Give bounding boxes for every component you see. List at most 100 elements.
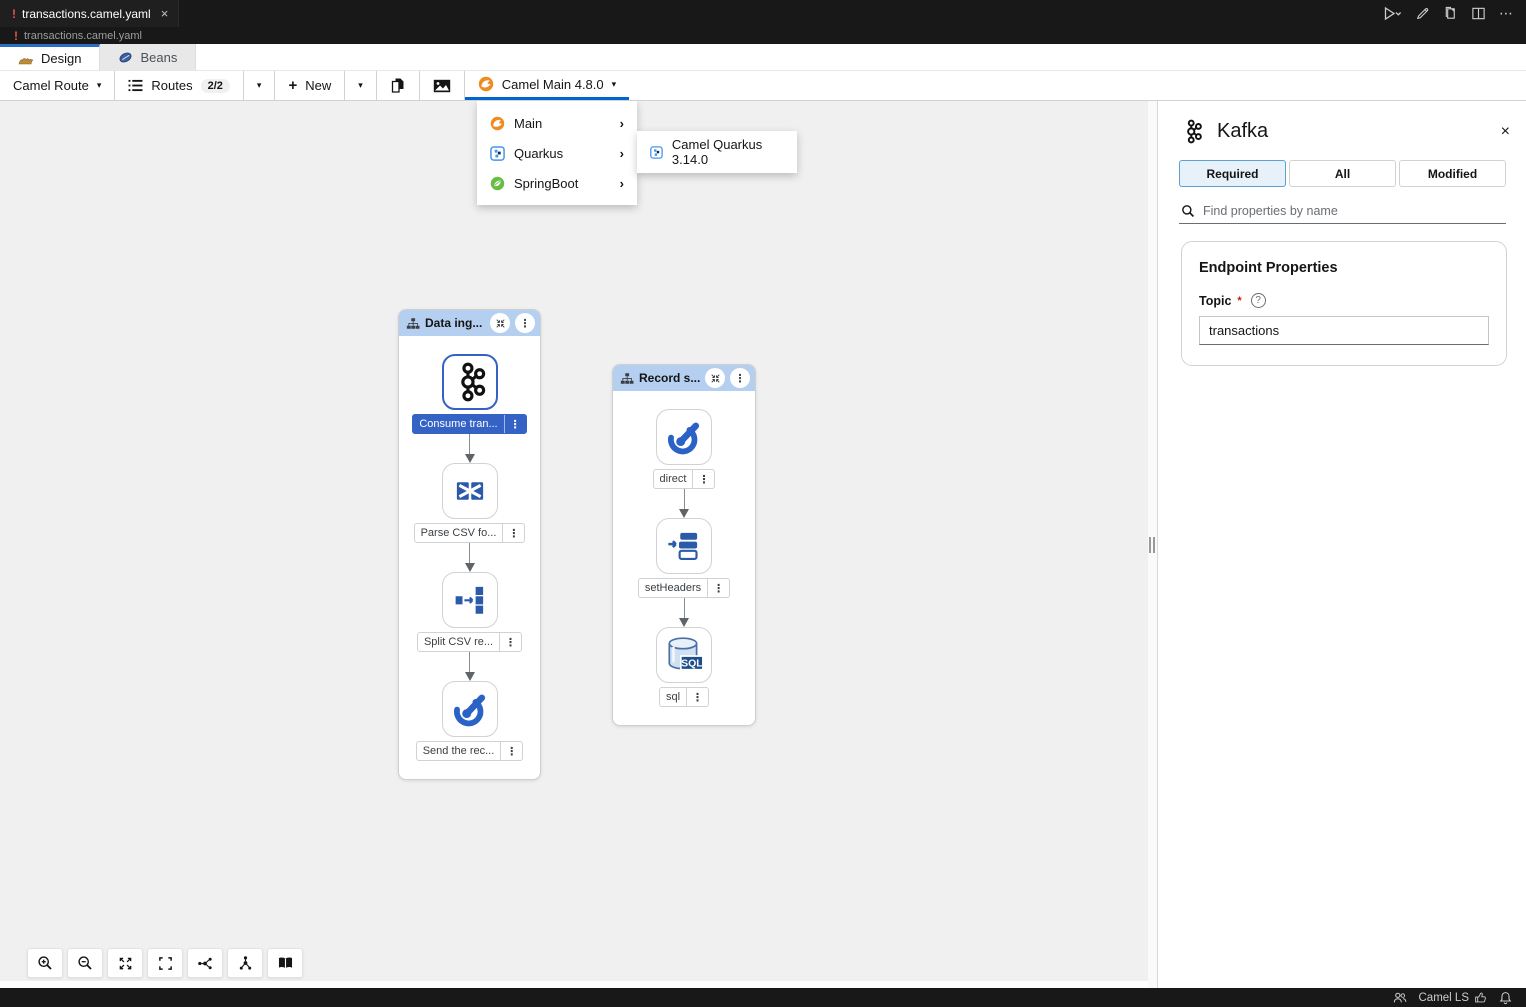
camel-main-icon [478,76,494,92]
step-node-setheaders[interactable] [656,518,712,574]
search-input[interactable] [1203,204,1504,218]
runtime-menu-item-camel-quarkus[interactable]: Camel Quarkus 3.14.0 [650,137,784,167]
catalog-book-icon [277,956,294,970]
step-menu-icon[interactable]: ⋮ [499,633,521,651]
help-icon[interactable]: ? [1251,293,1266,308]
canvas-scrollbar-track [0,981,1148,988]
route-group-header[interactable]: Record s... ⋮ [613,365,755,391]
route-group-data-ingestion[interactable]: Data ing... ⋮ [398,309,541,780]
file-tab[interactable]: ! transactions.camel.yaml × [0,0,179,27]
runtime-menu-item-springboot[interactable]: SpringBoot › [477,168,637,198]
topic-input[interactable] [1199,316,1489,345]
step-label-setheaders[interactable]: setHeaders ⋮ [638,578,730,598]
horizontal-layout-button[interactable] [187,948,223,978]
step-menu-icon[interactable]: ⋮ [686,688,708,706]
file-tab-title: transactions.camel.yaml [22,7,151,21]
open-changes-button[interactable] [1443,6,1458,21]
editor-tab-bar: ! transactions.camel.yaml × ⋯ [0,0,1526,27]
split-icon [450,580,490,620]
kafka-icon [1179,118,1206,145]
properties-panel-title: Kafka [1217,120,1268,143]
step-menu-icon[interactable]: ⋮ [707,579,729,597]
close-panel-icon[interactable]: × [1501,123,1510,141]
kafka-icon [448,360,492,404]
catalog-button[interactable] [267,948,303,978]
tab-required[interactable]: Required [1179,160,1286,187]
collapse-route-button[interactable] [490,313,510,333]
step-menu-icon[interactable]: ⋮ [504,415,526,433]
more-actions-button[interactable]: ⋯ [1499,5,1514,22]
caret-down-icon: ▾ [612,79,617,90]
properties-filter-tabs: Required All Modified [1179,160,1506,187]
tab-beans-label: Beans [140,50,177,65]
runtime-selector-button[interactable]: Camel Main 4.8.0 ▾ [465,71,629,100]
menu-item-label: SpringBoot [514,176,578,191]
step-label-send-records[interactable]: Send the rec... ⋮ [416,741,524,761]
panel-resize-splitter[interactable] [1148,101,1157,988]
zoom-out-button[interactable] [67,948,103,978]
camel-ls-label: Camel LS [1419,992,1470,1004]
breadcrumb[interactable]: ! transactions.camel.yaml [0,27,1526,44]
route-menu-button[interactable]: ⋮ [515,313,535,333]
tab-all[interactable]: All [1289,160,1396,187]
notifications-button[interactable] [1499,991,1512,1005]
chevron-right-icon: › [620,146,624,161]
list-icon [128,79,143,92]
zoom-in-button[interactable] [27,948,63,978]
collapse-route-button[interactable] [705,368,725,388]
step-node-split[interactable] [442,572,498,628]
kaoto-toolbar: Camel Route ▾ Routes 2/2 ▾ + New ▾ Camel… [0,71,1526,101]
route-group-record-storage[interactable]: Record s... ⋮ direct ⋮ [612,364,756,726]
step-node-unmarshal[interactable] [442,463,498,519]
route-canvas[interactable]: Main › Quarkus › SpringBoot › Camel Quar… [0,101,1148,988]
step-menu-icon[interactable]: ⋮ [500,742,522,760]
modified-indicator-icon: ! [12,7,16,21]
fit-to-screen-button[interactable] [147,948,183,978]
flow-type-selector[interactable]: Camel Route ▾ [0,71,114,100]
route-group-header[interactable]: Data ing... ⋮ [399,310,540,336]
tab-beans[interactable]: Beans [100,44,196,70]
accounts-button[interactable] [1393,991,1407,1004]
step-menu-icon[interactable]: ⋮ [502,524,524,542]
runtime-menu-item-main[interactable]: Main › [477,108,637,138]
connection-arrow [465,652,475,681]
breadcrumb-modified-icon: ! [14,29,18,43]
caret-down-icon: ▾ [97,80,102,91]
camel-ls-status[interactable]: Camel LS [1419,991,1488,1004]
step-node-direct-send[interactable] [442,681,498,737]
step-label-consume-transactions[interactable]: Consume tran... ⋮ [412,414,526,434]
edit-source-button[interactable] [1415,6,1430,21]
routes-list-button[interactable]: Routes 2/2 [115,71,243,100]
properties-search[interactable] [1179,199,1506,224]
step-label-parse-csv[interactable]: Parse CSV fo... ⋮ [414,523,526,543]
unmarshal-icon [450,471,490,511]
expand-button[interactable] [107,948,143,978]
canvas-controls [27,948,303,978]
copy-source-button[interactable] [377,71,419,100]
run-or-debug-button[interactable] [1383,6,1402,21]
tab-modified[interactable]: Modified [1399,160,1506,187]
new-dropdown-button[interactable]: ▾ [345,71,376,100]
step-label-sql[interactable]: sql ⋮ [659,687,709,707]
export-image-button[interactable] [420,71,464,100]
step-node-kafka[interactable] [442,354,498,410]
vertical-layout-button[interactable] [227,948,263,978]
close-tab-icon[interactable]: × [161,6,169,21]
step-node-direct[interactable] [656,409,712,465]
route-menu-button[interactable]: ⋮ [730,368,750,388]
fit-to-screen-icon [158,956,173,971]
step-label-split-csv[interactable]: Split CSV re... ⋮ [417,632,522,652]
route-group-title: Data ing... [425,316,485,330]
split-editor-button[interactable] [1471,6,1486,21]
runtime-menu-item-quarkus[interactable]: Quarkus › [477,138,637,168]
splitter-grip-icon[interactable] [1149,537,1155,553]
routes-dropdown-button[interactable]: ▾ [244,71,275,100]
search-icon [1181,204,1195,218]
new-route-button[interactable]: + New [275,71,344,100]
step-node-sql[interactable]: SQL [656,627,712,683]
horizontal-layout-icon [197,956,213,971]
step-label-direct[interactable]: direct ⋮ [653,469,716,489]
tab-design[interactable]: Design [0,44,100,70]
connection-arrow [679,489,689,518]
step-menu-icon[interactable]: ⋮ [692,470,714,488]
